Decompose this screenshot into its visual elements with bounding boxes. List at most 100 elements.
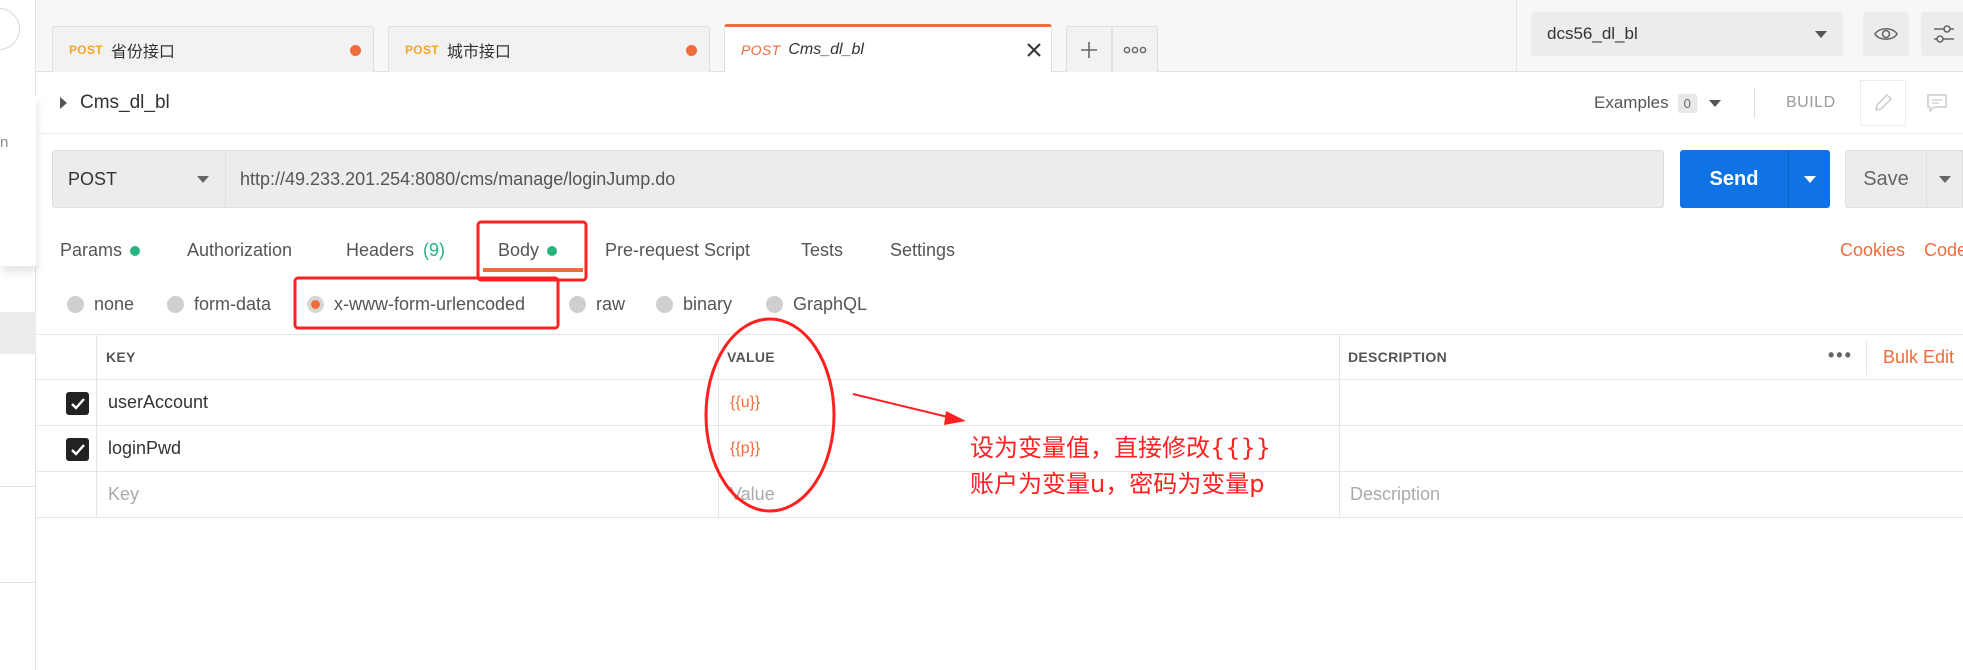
tab-pre-request-script[interactable]: Pre-request Script	[605, 240, 750, 261]
headers-count: (9)	[423, 240, 446, 260]
radio-label: form-data	[194, 294, 272, 314]
edit-button[interactable]	[1860, 80, 1906, 126]
radio-label: binary	[683, 294, 733, 314]
body-type-binary[interactable]: binary	[656, 294, 732, 315]
pencil-icon	[1875, 93, 1893, 111]
code-link[interactable]: Code	[1924, 240, 1963, 261]
radio-icon	[569, 296, 586, 313]
request-header: Cms_dl_bl Examples 0 BUILD	[36, 72, 1963, 134]
sidebar-divider	[0, 582, 36, 583]
body-type-urlencoded[interactable]: x-www-form-urlencoded	[307, 294, 525, 315]
bulk-edit-link[interactable]: Bulk Edit	[1883, 347, 1954, 368]
tab-name: Cms_dl_bl	[788, 40, 864, 58]
divider	[1866, 341, 1867, 375]
sidebar-avatar-button[interactable]	[0, 8, 20, 50]
tab-name: 省份接口	[110, 43, 175, 61]
request-tab-active[interactable]: POST Cms_dl_bl	[724, 24, 1052, 72]
sidebar-partial-text: n	[0, 134, 9, 151]
request-name[interactable]: Cms_dl_bl	[80, 92, 170, 114]
param-key[interactable]: userAccount	[108, 380, 208, 425]
radio-label: none	[94, 294, 135, 314]
active-tab-indicator	[483, 268, 583, 272]
examples-count-badge: 0	[1677, 93, 1697, 113]
new-tab-button[interactable]	[1066, 26, 1112, 72]
save-button[interactable]: Save	[1845, 150, 1927, 208]
request-tab[interactable]: POST 省份接口	[52, 26, 374, 72]
sidebar-item-active[interactable]	[0, 312, 36, 354]
radio-icon	[167, 296, 184, 313]
row-enabled-checkbox[interactable]	[66, 438, 89, 461]
cookies-link[interactable]: Cookies	[1840, 240, 1905, 261]
tab-options-button[interactable]	[1112, 26, 1158, 72]
chevron-down-icon	[1803, 175, 1816, 183]
tab-method: POST	[69, 42, 103, 57]
environment-select[interactable]: dcs56_dl_bl	[1531, 12, 1843, 56]
table-header-row: KEY VALUE DESCRIPTION ••• Bulk Edit	[36, 334, 1963, 380]
request-tab[interactable]: POST 城市接口	[388, 26, 710, 72]
column-header-value: VALUE	[727, 349, 775, 365]
comments-button[interactable]	[1914, 80, 1960, 126]
tab-params[interactable]: Params	[60, 240, 141, 261]
tab-tests[interactable]: Tests	[801, 240, 843, 261]
sidebar-panel	[0, 96, 36, 266]
annotation-note: 设为变量值，直接修改{{}} 账户为变量u，密码为变量p	[970, 430, 1271, 502]
body-type-form-data[interactable]: form-data	[167, 294, 271, 315]
tab-label: Headers	[346, 240, 415, 260]
save-options-button[interactable]	[1927, 150, 1963, 208]
environment-quick-look-button[interactable]	[1863, 12, 1909, 56]
param-value[interactable]: {{u}}	[730, 380, 760, 425]
send-button[interactable]: Send	[1680, 150, 1788, 208]
row-enabled-checkbox[interactable]	[66, 392, 89, 415]
radio-selected-icon	[307, 296, 324, 313]
description-placeholder[interactable]: Description	[1350, 472, 1440, 517]
url-input[interactable]: http://49.233.201.254:8080/cms/manage/lo…	[226, 150, 1664, 208]
body-type-none[interactable]: none	[67, 294, 134, 315]
examples-dropdown[interactable]: Examples 0	[1594, 93, 1721, 113]
active-dot-icon	[547, 245, 558, 256]
table-row: userAccount {{u}}	[36, 380, 1963, 426]
caret-right-icon[interactable]	[60, 97, 67, 109]
body-type-graphql[interactable]: GraphQL	[766, 294, 867, 315]
close-tab-icon[interactable]	[1023, 37, 1045, 65]
tab-authorization[interactable]: Authorization	[187, 240, 292, 261]
chevron-down-icon	[1938, 175, 1951, 183]
active-dot-icon	[130, 245, 141, 256]
url-value: http://49.233.201.254:8080/cms/manage/lo…	[240, 168, 676, 189]
tab-label: Settings	[890, 240, 956, 260]
annotation-line-2: 账户为变量u，密码为变量p	[970, 470, 1265, 498]
tab-label: Authorization	[187, 240, 293, 260]
plus-icon	[1081, 41, 1097, 58]
param-value[interactable]: {{p}}	[730, 426, 760, 471]
body-type-raw[interactable]: raw	[569, 294, 625, 315]
send-options-button[interactable]	[1788, 150, 1830, 208]
sidebar-divider	[0, 486, 36, 487]
radio-label: GraphQL	[793, 294, 868, 314]
request-tab-bar: POST 省份接口 POST 城市接口 POST Cms_dl_bl	[36, 0, 1516, 72]
radio-icon	[67, 296, 84, 313]
manage-environments-button[interactable]	[1921, 12, 1963, 56]
table-options-icon[interactable]: •••	[1828, 345, 1853, 366]
checkmark-icon	[70, 397, 85, 410]
radio-icon	[766, 296, 783, 313]
tab-body[interactable]: Body	[498, 240, 558, 261]
chevron-down-icon	[197, 176, 209, 183]
build-mode-label[interactable]: BUILD	[1786, 94, 1836, 112]
checkmark-icon	[70, 443, 85, 456]
eye-icon	[1874, 27, 1898, 41]
unsaved-dot-icon	[350, 45, 361, 56]
column-header-key: KEY	[106, 349, 136, 365]
key-placeholder[interactable]: Key	[108, 472, 139, 517]
http-method-select[interactable]: POST	[52, 150, 226, 208]
sliders-icon	[1934, 25, 1954, 43]
examples-label: Examples	[1594, 93, 1669, 112]
tab-name: 城市接口	[446, 43, 511, 61]
environment-selected: dcs56_dl_bl	[1547, 24, 1638, 43]
chevron-down-icon	[1815, 31, 1827, 38]
annotation-line-1: 设为变量值，直接修改{{}}	[970, 434, 1272, 462]
tab-settings[interactable]: Settings	[890, 240, 955, 261]
tab-method: POST	[741, 41, 781, 58]
param-key[interactable]: loginPwd	[108, 426, 181, 471]
tab-headers[interactable]: Headers (9)	[346, 240, 445, 261]
value-placeholder[interactable]: Value	[730, 472, 775, 517]
sidebar: n	[0, 0, 36, 670]
